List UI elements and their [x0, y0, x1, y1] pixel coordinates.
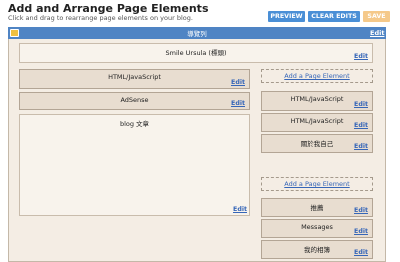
- widget-edit-link[interactable]: Edit: [354, 143, 368, 150]
- save-button[interactable]: SAVE: [363, 11, 390, 22]
- blog-posts-widget[interactable]: blog 文章 Edit: [19, 114, 250, 216]
- widget-edit-link[interactable]: Edit: [354, 207, 368, 214]
- sidebar-widget-about-me[interactable]: 關於我自己 Edit: [261, 134, 373, 153]
- widget-edit-link[interactable]: Edit: [231, 100, 245, 107]
- widget-edit-link[interactable]: Edit: [354, 228, 368, 235]
- widget-edit-link[interactable]: Edit: [354, 53, 368, 60]
- widget-title: Smile Ursula (標頭): [165, 49, 227, 57]
- widget-edit-link[interactable]: Edit: [354, 101, 368, 108]
- sidebar-widget-html-javascript-1[interactable]: HTML/JavaScript Edit: [261, 91, 373, 111]
- widget-title: AdSense: [120, 96, 149, 104]
- add-page-element-bottom[interactable]: Add a Page Element: [261, 177, 373, 191]
- sidebar-widget-my-album[interactable]: 我的相簿 Edit: [261, 240, 373, 259]
- widget-edit-link[interactable]: Edit: [354, 249, 368, 256]
- widget-title: blog 文章: [119, 120, 150, 128]
- sidebar-widget-recommend[interactable]: 推薦 Edit: [261, 198, 373, 217]
- navbar-edit-link[interactable]: Edit: [370, 29, 384, 37]
- add-page-element-top[interactable]: Add a Page Element: [261, 69, 373, 83]
- widget-title: HTML/JavaScript: [108, 73, 161, 81]
- sidebar-widget-messages[interactable]: Messages Edit: [261, 219, 373, 238]
- widget-edit-link[interactable]: Edit: [354, 122, 368, 129]
- navbar-label: 導覽列: [187, 30, 207, 38]
- sidebar-widget-html-javascript-2[interactable]: HTML/JavaScript Edit: [261, 113, 373, 132]
- clear-edits-button[interactable]: CLEAR EDITS: [308, 11, 360, 22]
- widget-edit-link[interactable]: Edit: [231, 79, 245, 86]
- widget-edit-link[interactable]: Edit: [233, 206, 247, 213]
- add-page-element-link[interactable]: Add a Page Element: [284, 180, 349, 188]
- main-widget-adsense[interactable]: AdSense Edit: [19, 92, 250, 110]
- add-page-element-link[interactable]: Add a Page Element: [284, 72, 349, 80]
- page-subtitle: Click and drag to rearrange page element…: [8, 14, 193, 22]
- main-widget-html-javascript[interactable]: HTML/JavaScript Edit: [19, 69, 250, 89]
- preview-button[interactable]: PREVIEW: [268, 11, 305, 22]
- blog-header-widget[interactable]: Smile Ursula (標頭) Edit: [19, 43, 373, 63]
